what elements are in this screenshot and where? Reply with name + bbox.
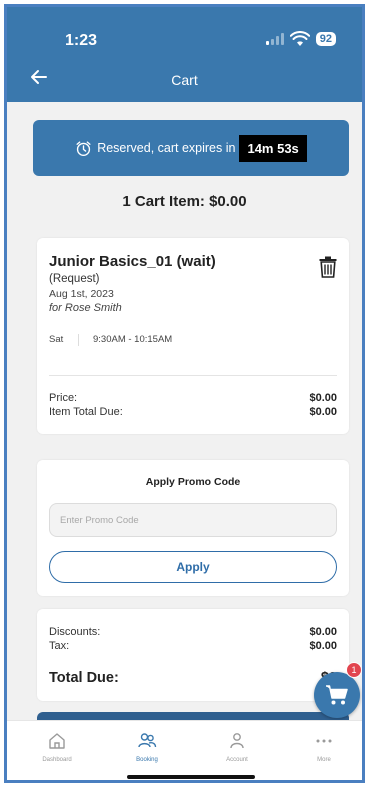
home-icon xyxy=(49,733,65,749)
item-participant: for Rose Smith xyxy=(49,302,122,314)
item-time: 9:30AM - 10:15AM xyxy=(93,334,173,345)
shopping-cart-icon xyxy=(326,685,348,705)
reservation-text: Reserved, cart expires in xyxy=(97,141,236,155)
tab-label: Account xyxy=(226,757,248,763)
more-dots-icon xyxy=(316,739,332,743)
tax-row: Tax: $0.00 xyxy=(49,640,337,652)
item-name: Junior Basics_01 (wait) xyxy=(49,253,216,270)
tab-label: Booking xyxy=(136,757,158,763)
reservation-banner: Reserved, cart expires in 14m 53s xyxy=(33,120,349,176)
discounts-label: Discounts: xyxy=(49,626,101,638)
discounts-row: Discounts: $0.00 xyxy=(49,626,337,638)
users-icon xyxy=(138,733,157,748)
cart-item-card: Junior Basics_01 (wait) (Request) Aug 1s… xyxy=(37,238,349,434)
cart-fab[interactable] xyxy=(314,672,360,718)
item-date: Aug 1st, 2023 xyxy=(49,288,114,300)
tab-account[interactable]: Account xyxy=(207,731,267,763)
price-value: $0.00 xyxy=(309,392,337,404)
tab-label: More xyxy=(317,757,331,763)
discounts-value: $0.00 xyxy=(309,626,337,638)
tax-label: Tax: xyxy=(49,640,70,652)
item-type: (Request) xyxy=(49,273,100,285)
tab-label: Dashboard xyxy=(42,757,72,763)
item-divider xyxy=(49,375,337,376)
cart-summary: 1 Cart Item: $0.00 xyxy=(122,193,247,210)
cart-count-badge: 1 xyxy=(346,662,362,678)
promo-card: Apply Promo Code Apply xyxy=(37,460,349,596)
tax-value: $0.00 xyxy=(309,640,337,652)
price-row: Price: $0.00 xyxy=(49,392,337,404)
promo-title: Apply Promo Code xyxy=(145,476,241,488)
item-total-value: $0.00 xyxy=(309,406,337,418)
promo-code-input[interactable] xyxy=(49,503,337,537)
wifi-icon xyxy=(289,31,310,46)
apply-button[interactable]: Apply xyxy=(49,551,337,583)
person-icon xyxy=(230,733,244,749)
alarm-clock-icon xyxy=(76,140,91,156)
totals-card: Discounts: $0.00 Tax: $0.00 Total Due: $… xyxy=(37,609,349,701)
status-icons: 92 xyxy=(265,31,336,47)
item-total-row: Item Total Due: $0.00 xyxy=(49,406,337,418)
price-label: Price: xyxy=(49,392,78,404)
total-due-label: Total Due: xyxy=(49,670,119,686)
bottom-tab-bar: Dashboard Booking Account More xyxy=(7,720,362,780)
expiry-timer: 14m 53s xyxy=(239,134,307,162)
phone-frame: 1:23 92 Cart Reserved, cart expires in 1… xyxy=(4,4,365,783)
home-indicator xyxy=(127,775,255,779)
signal-icon xyxy=(265,33,284,45)
tab-dashboard[interactable]: Dashboard xyxy=(27,731,87,763)
tab-more[interactable]: More xyxy=(294,731,354,763)
battery-indicator: 92 xyxy=(315,32,336,46)
item-total-label: Item Total Due: xyxy=(49,406,123,418)
schedule-divider xyxy=(78,334,79,346)
app-header: 1:23 92 Cart xyxy=(7,7,362,102)
item-day: Sat xyxy=(49,334,64,345)
page-title: Cart xyxy=(171,72,198,88)
tab-booking[interactable]: Booking xyxy=(117,731,177,763)
trash-icon[interactable] xyxy=(319,256,337,278)
status-time: 1:23 xyxy=(65,32,98,49)
